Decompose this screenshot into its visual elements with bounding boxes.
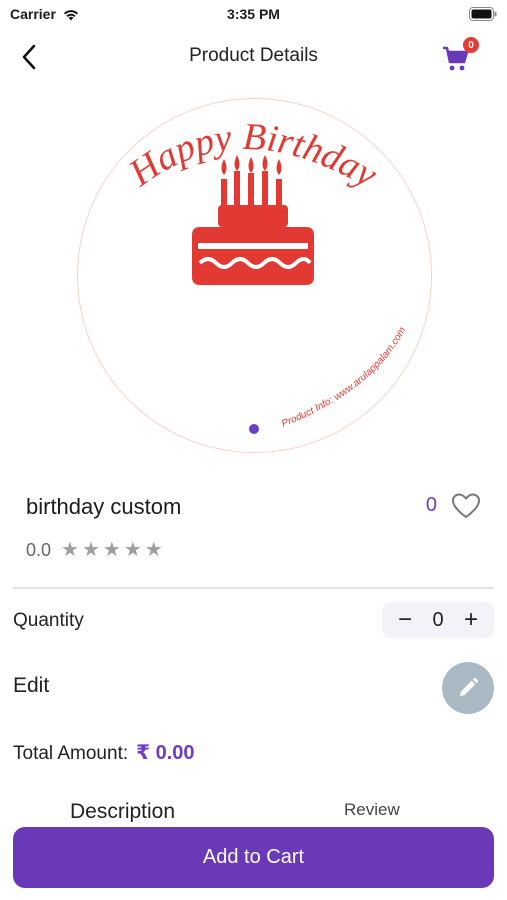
cart-button[interactable]: 0 bbox=[441, 37, 479, 72]
quantity-row: Quantity − 0 + bbox=[13, 602, 494, 638]
star-icon: ★ bbox=[144, 539, 163, 561]
product-name: birthday custom bbox=[26, 494, 182, 519]
quantity-value: 0 bbox=[432, 608, 444, 631]
star-icon: ★ bbox=[102, 539, 121, 561]
quantity-label: Quantity bbox=[13, 610, 84, 631]
status-time: 3:35 PM bbox=[227, 6, 280, 22]
edit-label: Edit bbox=[13, 674, 50, 697]
page-title: Product Details bbox=[189, 45, 318, 66]
product-info-text: Product Info: www.arulappalam.com bbox=[280, 325, 408, 429]
star-icon: ★ bbox=[123, 539, 142, 561]
tab-description[interactable]: Description bbox=[70, 800, 175, 822]
detail-tabs: Description Review bbox=[0, 800, 507, 822]
heart-icon[interactable] bbox=[451, 492, 481, 520]
star-rating: ★ ★ ★ ★ ★ bbox=[61, 540, 163, 560]
divider bbox=[13, 587, 494, 589]
product-image[interactable]: Happy Birthday Product Info: www.arulapp… bbox=[77, 98, 432, 453]
add-to-cart-button[interactable]: Add to Cart bbox=[13, 827, 494, 888]
total-row: Total Amount: ₹ 0.00 bbox=[13, 740, 195, 765]
decrement-button[interactable]: − bbox=[394, 606, 416, 634]
edit-row: Edit bbox=[13, 662, 494, 714]
like-count: 0 bbox=[425, 494, 437, 516]
total-label: Total Amount: bbox=[13, 743, 129, 764]
star-icon: ★ bbox=[61, 539, 79, 561]
quantity-stepper: − 0 + bbox=[382, 602, 494, 638]
pencil-icon bbox=[460, 677, 479, 696]
cake-icon bbox=[192, 155, 314, 285]
birthday-design: Happy Birthday Product Info: www.arulapp… bbox=[121, 116, 408, 430]
rating-value: 0.0 bbox=[26, 539, 52, 560]
edit-button[interactable] bbox=[442, 662, 494, 714]
star-icon: ★ bbox=[81, 539, 100, 561]
status-bar: Carrier 3:35 PM bbox=[0, 0, 507, 28]
rating-row: 0.0 ★ ★ ★ ★ ★ bbox=[26, 538, 163, 562]
tab-review[interactable]: Review bbox=[344, 800, 400, 820]
increment-button[interactable]: + bbox=[460, 606, 482, 634]
image-page-indicator[interactable] bbox=[249, 424, 259, 434]
nav-header: Product Details 0 bbox=[0, 34, 507, 78]
battery-icon bbox=[469, 7, 497, 21]
total-amount: ₹ 0.00 bbox=[136, 742, 195, 764]
product-title-row: birthday custom 0 bbox=[26, 492, 481, 522]
cart-count-badge: 0 bbox=[463, 37, 479, 53]
